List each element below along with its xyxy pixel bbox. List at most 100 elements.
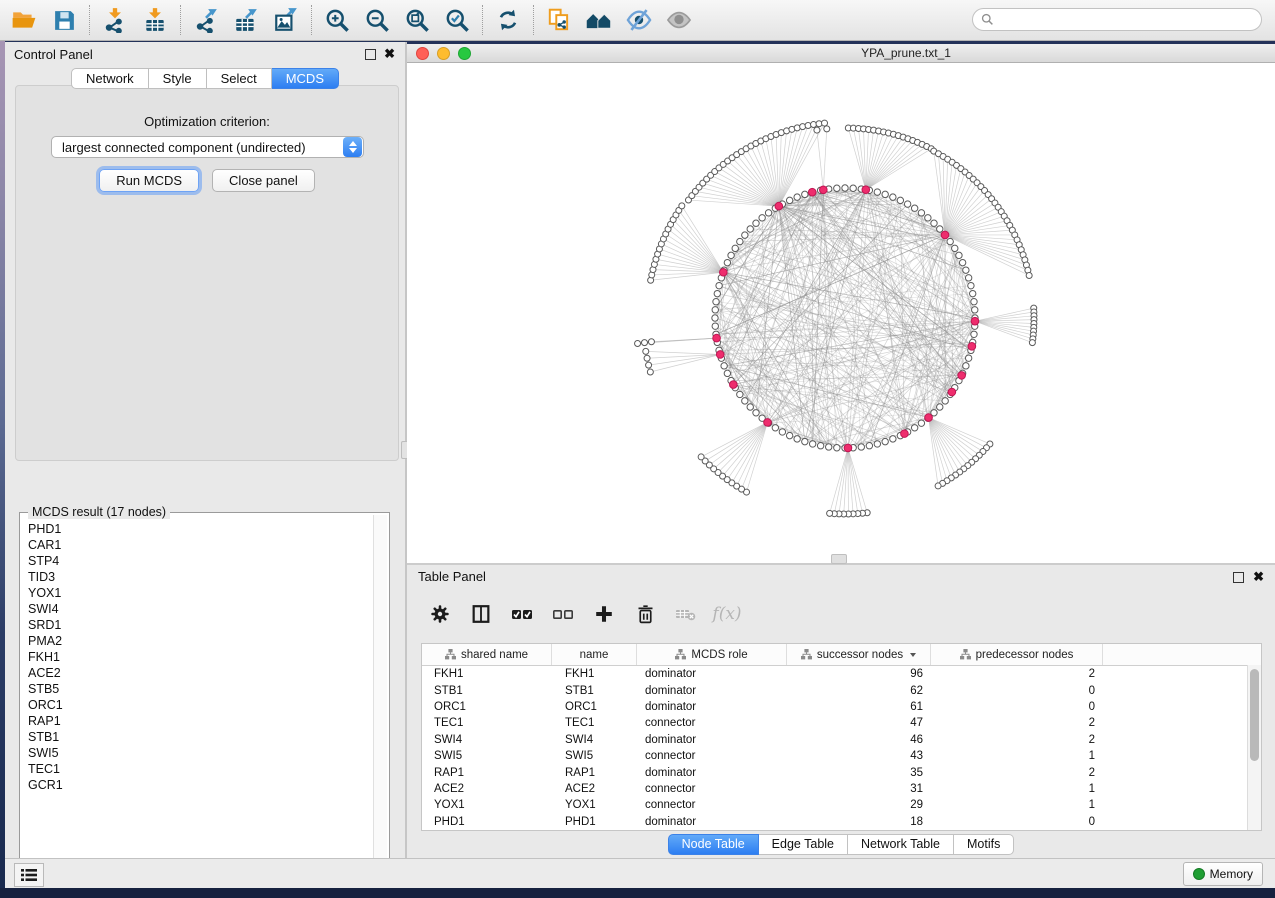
network-node[interactable] [971, 299, 977, 305]
table-row[interactable]: ACE2ACE2connector311 [422, 781, 1261, 797]
network-node[interactable] [858, 444, 864, 450]
network-node[interactable] [942, 398, 948, 404]
network-node[interactable] [753, 220, 759, 226]
dominator-node[interactable] [901, 430, 909, 438]
network-node[interactable] [648, 339, 654, 345]
network-node[interactable] [874, 189, 880, 195]
mcds-result-item[interactable]: SWI5 [22, 745, 373, 761]
tab-node-table[interactable]: Node Table [668, 834, 759, 855]
network-node[interactable] [968, 282, 974, 288]
network-node[interactable] [794, 194, 800, 200]
network-node[interactable] [742, 398, 748, 404]
export-network-button[interactable] [186, 3, 226, 37]
memory-button[interactable]: Memory [1183, 862, 1263, 886]
mcds-result-item[interactable]: YOX1 [22, 585, 373, 601]
network-node[interactable] [937, 226, 943, 232]
zoom-fit-button[interactable] [397, 3, 437, 37]
search-field[interactable] [972, 8, 1262, 31]
tab-style[interactable]: Style [149, 68, 207, 89]
column-header-name[interactable]: name [552, 644, 637, 665]
close-panel-button[interactable]: Close panel [212, 169, 315, 192]
network-node[interactable] [965, 355, 971, 361]
tab-edge-table[interactable]: Edge Table [759, 834, 848, 855]
network-node[interactable] [714, 290, 720, 296]
network-node[interactable] [786, 197, 792, 203]
dominator-node[interactable] [844, 444, 852, 452]
mcds-result-item[interactable]: STB5 [22, 681, 373, 697]
network-node[interactable] [647, 369, 653, 375]
mcds-result-scrollbar[interactable] [373, 515, 387, 879]
hide-selected-button[interactable] [619, 3, 659, 37]
maximize-window-icon[interactable] [458, 47, 471, 60]
table-row[interactable]: PHD1PHD1dominator180 [422, 814, 1261, 830]
network-node[interactable] [874, 441, 880, 447]
network-node[interactable] [712, 307, 718, 313]
network-node[interactable] [969, 290, 975, 296]
network-node[interactable] [716, 282, 722, 288]
network-node[interactable] [794, 436, 800, 442]
network-node[interactable] [643, 348, 649, 354]
network-node[interactable] [802, 191, 808, 197]
network-node[interactable] [646, 362, 652, 368]
network-node[interactable] [911, 425, 917, 431]
network-node[interactable] [822, 120, 828, 126]
network-node[interactable] [724, 370, 730, 376]
network-node[interactable] [779, 429, 785, 435]
select-all-button[interactable] [509, 601, 535, 627]
network-node[interactable] [724, 259, 730, 265]
network-node[interactable] [882, 191, 888, 197]
column-header-successor-nodes[interactable]: successor nodes [787, 644, 931, 665]
network-node[interactable] [765, 210, 771, 216]
show-columns-button[interactable] [468, 601, 494, 627]
network-node[interactable] [866, 442, 872, 448]
table-row[interactable]: ORC1ORC1dominator610 [422, 699, 1261, 715]
network-node[interactable] [713, 299, 719, 305]
network-node[interactable] [842, 185, 848, 191]
run-mcds-button[interactable]: Run MCDS [99, 169, 199, 192]
mcds-result-item[interactable]: SRD1 [22, 617, 373, 633]
network-node[interactable] [737, 391, 743, 397]
mcds-result-item[interactable]: TID3 [22, 569, 373, 585]
network-node[interactable] [712, 315, 718, 321]
network-node[interactable] [937, 404, 943, 410]
show-all-button[interactable] [659, 3, 699, 37]
dominator-node[interactable] [775, 202, 783, 210]
network-node[interactable] [635, 340, 641, 346]
add-column-button[interactable] [591, 601, 617, 627]
mcds-result-item[interactable]: ACE2 [22, 665, 373, 681]
copy-network-button[interactable] [539, 3, 579, 37]
network-node[interactable] [747, 226, 753, 232]
network-node[interactable] [737, 238, 743, 244]
network-node[interactable] [679, 203, 685, 209]
dominator-node[interactable] [808, 188, 816, 196]
dominator-node[interactable] [948, 388, 956, 396]
dominator-node[interactable] [716, 351, 724, 359]
close-window-icon[interactable] [416, 47, 429, 60]
network-node[interactable] [728, 252, 734, 258]
zoom-out-button[interactable] [357, 3, 397, 37]
table-row[interactable]: FKH1FKH1dominator962 [422, 666, 1261, 682]
network-node[interactable] [918, 210, 924, 216]
network-node[interactable] [890, 436, 896, 442]
network-node[interactable] [882, 438, 888, 444]
network-node[interactable] [698, 454, 704, 460]
delete-column-button[interactable] [632, 601, 658, 627]
network-node[interactable] [644, 355, 650, 361]
network-node[interactable] [971, 331, 977, 337]
network-node[interactable] [826, 444, 832, 450]
network-node[interactable] [931, 220, 937, 226]
network-node[interactable] [963, 267, 969, 273]
network-node[interactable] [959, 259, 965, 265]
network-node[interactable] [753, 410, 759, 416]
close-panel-icon[interactable]: ✖ [384, 47, 395, 60]
first-neighbors-button[interactable] [579, 3, 619, 37]
mcds-result-item[interactable]: STP4 [22, 553, 373, 569]
network-node[interactable] [850, 185, 856, 191]
table-row[interactable]: SWI5SWI5connector431 [422, 748, 1261, 764]
import-table-button[interactable] [135, 3, 175, 37]
mcds-result-item[interactable]: SWI4 [22, 601, 373, 617]
mcds-result-item[interactable]: PHD1 [22, 521, 373, 537]
network-node[interactable] [904, 201, 910, 207]
dominator-node[interactable] [820, 186, 828, 194]
network-node[interactable] [834, 445, 840, 451]
